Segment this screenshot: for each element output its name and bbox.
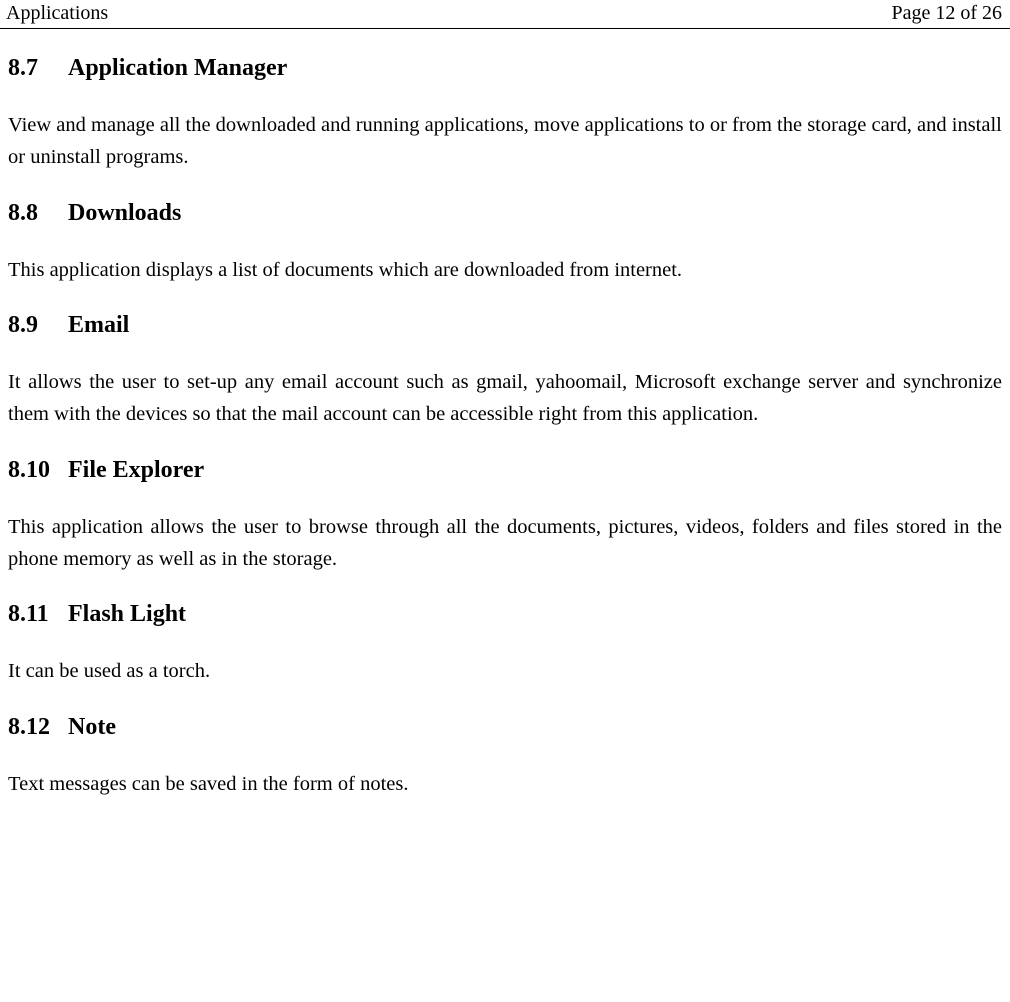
section-number: 8.9 (8, 312, 68, 339)
section-number: 8.10 (8, 457, 68, 484)
page-content: 8.7 Application Manager View and manage … (0, 55, 1010, 801)
section-number: 8.7 (8, 55, 68, 82)
section-number: 8.12 (8, 714, 68, 741)
section-title: Application Manager (68, 55, 287, 82)
section-body-8-8: This application displays a list of docu… (8, 255, 1002, 287)
section-title: File Explorer (68, 457, 204, 484)
section-heading-8-8: 8.8 Downloads (8, 200, 1002, 227)
section-body-8-9: It allows the user to set-up any email a… (8, 367, 1002, 431)
section-heading-8-11: 8.11 Flash Light (8, 601, 1002, 628)
section-title: Flash Light (68, 601, 186, 628)
header-page-info: Page 12 of 26 (891, 2, 1002, 25)
header-title: Applications (6, 2, 108, 25)
section-body-8-7: View and manage all the downloaded and r… (8, 110, 1002, 174)
section-number: 8.11 (8, 601, 68, 628)
section-number: 8.8 (8, 200, 68, 227)
section-body-8-11: It can be used as a torch. (8, 656, 1002, 688)
section-body-8-12: Text messages can be saved in the form o… (8, 769, 1002, 801)
section-heading-8-10: 8.10 File Explorer (8, 457, 1002, 484)
section-heading-8-9: 8.9 Email (8, 312, 1002, 339)
section-title: Note (68, 714, 116, 741)
section-title: Email (68, 312, 129, 339)
section-body-8-10: This application allows the user to brow… (8, 512, 1002, 576)
page-header: Applications Page 12 of 26 (0, 0, 1010, 29)
section-title: Downloads (68, 200, 181, 227)
section-heading-8-12: 8.12 Note (8, 714, 1002, 741)
section-heading-8-7: 8.7 Application Manager (8, 55, 1002, 82)
